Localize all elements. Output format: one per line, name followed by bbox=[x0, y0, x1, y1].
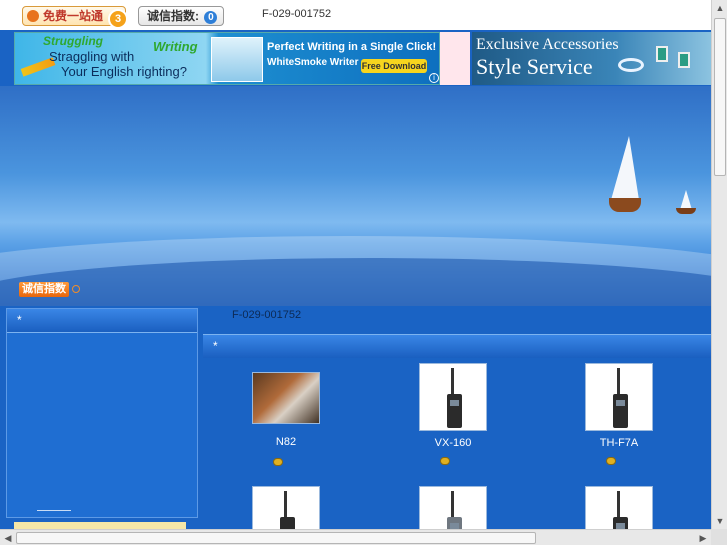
radio-screen bbox=[450, 400, 459, 406]
product-thumbnail[interactable] bbox=[252, 372, 320, 424]
product-name[interactable]: TH-F7A bbox=[569, 437, 669, 449]
ad-english-text: Your English righting? bbox=[61, 64, 187, 79]
vertical-scrollbar[interactable]: ▲ ▼ bbox=[711, 0, 727, 529]
bracelet-icon bbox=[618, 58, 644, 72]
product-thumbnail[interactable] bbox=[585, 363, 653, 431]
one-stop-icon bbox=[27, 10, 39, 22]
sidebar-divider bbox=[37, 510, 71, 511]
product-thumbnail[interactable] bbox=[585, 486, 653, 529]
one-stop-badge: 3 bbox=[108, 9, 128, 29]
product-thumbnail[interactable] bbox=[252, 486, 320, 529]
scroll-up-arrow-icon[interactable]: ▲ bbox=[713, 1, 727, 15]
page-viewport: 免费一站通 3 诚信指数: 0 F-029-001752 Struggling … bbox=[0, 0, 711, 529]
main-section-header: * bbox=[203, 334, 711, 358]
ad-straggling-text: Straggling with bbox=[49, 49, 135, 64]
product-name[interactable]: N82 bbox=[236, 436, 336, 448]
horizontal-scroll-thumb[interactable] bbox=[16, 532, 536, 544]
earring-icon bbox=[678, 52, 690, 68]
product-card[interactable] bbox=[569, 486, 669, 529]
product-card[interactable] bbox=[236, 486, 336, 529]
gold-coin-icon bbox=[606, 457, 616, 465]
radio-antenna bbox=[617, 491, 620, 518]
product-card[interactable]: TH-F7A bbox=[569, 363, 669, 465]
ad-right-line2: Style Service bbox=[476, 54, 593, 79]
scroll-down-arrow-icon[interactable]: ▼ bbox=[713, 514, 727, 528]
radio-antenna bbox=[451, 491, 454, 518]
sailboat-sail-icon bbox=[611, 136, 639, 200]
small-sailboat-hull-icon bbox=[676, 208, 696, 214]
ad-subtitle: WhiteSmoke Writer bbox=[267, 57, 359, 68]
credit-index-count: 0 bbox=[204, 11, 218, 24]
credit-index-button[interactable]: 诚信指数: 0 bbox=[138, 6, 224, 26]
gold-coin-icon bbox=[440, 457, 450, 465]
scroll-left-arrow-icon[interactable]: ◀ bbox=[1, 531, 15, 545]
horizontal-scrollbar[interactable]: ◀ ▶ bbox=[0, 529, 711, 545]
top-bar: 免费一站通 3 诚信指数: 0 F-029-001752 bbox=[0, 0, 711, 30]
radio-antenna bbox=[451, 368, 454, 395]
radio-icon bbox=[280, 517, 295, 529]
sidebar-header-text: * bbox=[17, 313, 22, 327]
credit-index-badge[interactable]: 诚信指数 bbox=[19, 282, 69, 297]
radio-screen bbox=[616, 400, 625, 406]
ad-struggling-text: Struggling bbox=[43, 34, 103, 48]
hero-banner: 诚信指数 bbox=[0, 86, 711, 306]
small-sailboat-sail-icon bbox=[680, 190, 692, 210]
gold-coin-icon bbox=[273, 458, 283, 466]
credit-index-label: 诚信指数: bbox=[147, 9, 199, 23]
sidebar-panel: * bbox=[6, 308, 198, 518]
phone-photo bbox=[253, 373, 319, 423]
scrollbar-corner bbox=[711, 529, 727, 545]
ad-writing-text: Writing bbox=[153, 39, 198, 54]
software-box-image bbox=[211, 37, 263, 82]
ad-info-icon[interactable]: i bbox=[429, 73, 439, 83]
product-card[interactable] bbox=[403, 486, 503, 529]
company-code: F-029-001752 bbox=[262, 8, 332, 20]
vertical-scroll-thumb[interactable] bbox=[714, 18, 726, 176]
accessories-ad-banner[interactable]: Exclusive Accessories Style Service bbox=[472, 32, 711, 85]
product-name[interactable]: VX-160 bbox=[403, 437, 503, 449]
ad-spacer bbox=[440, 32, 470, 85]
scroll-right-arrow-icon[interactable]: ▶ bbox=[696, 531, 710, 545]
radio-antenna bbox=[617, 368, 620, 395]
product-thumbnail[interactable] bbox=[419, 363, 487, 431]
sailboat-hull-icon bbox=[609, 198, 641, 212]
one-stop-label: 免费一站通 bbox=[43, 9, 104, 23]
main-title: F-029-001752 bbox=[232, 309, 302, 321]
main-header-text: * bbox=[213, 339, 218, 353]
radio-antenna bbox=[284, 491, 287, 518]
credit-index-dot-icon bbox=[72, 285, 80, 293]
ad-right-line1: Exclusive Accessories bbox=[476, 36, 619, 53]
ad-headline: Perfect Writing in a Single Click! bbox=[267, 41, 437, 53]
product-thumbnail[interactable] bbox=[419, 486, 487, 529]
product-card[interactable]: VX-160 bbox=[403, 363, 503, 465]
whitesmoke-ad-banner[interactable]: Struggling Straggling with Your English … bbox=[14, 32, 440, 85]
earring-icon bbox=[656, 46, 668, 62]
sidebar-bottom-strip bbox=[14, 522, 186, 529]
free-download-button[interactable]: Free Download bbox=[361, 59, 427, 73]
sidebar-header: * bbox=[7, 309, 197, 333]
product-card[interactable]: N82 bbox=[236, 372, 336, 466]
